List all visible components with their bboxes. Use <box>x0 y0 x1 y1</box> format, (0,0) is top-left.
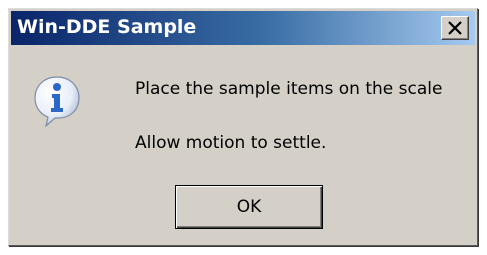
message-dialog: Win-DDE Sample Place the sample items on… <box>8 8 478 246</box>
message-line-2: Allow motion to settle. <box>135 133 327 153</box>
close-button[interactable] <box>441 16 469 40</box>
message-line-1: Place the sample items on the scale <box>135 79 443 99</box>
close-icon <box>448 21 462 35</box>
window-title: Win-DDE Sample <box>17 16 197 38</box>
ok-button[interactable]: OK <box>175 185 323 229</box>
information-icon <box>34 76 80 127</box>
title-bar[interactable]: Win-DDE Sample <box>11 11 475 45</box>
